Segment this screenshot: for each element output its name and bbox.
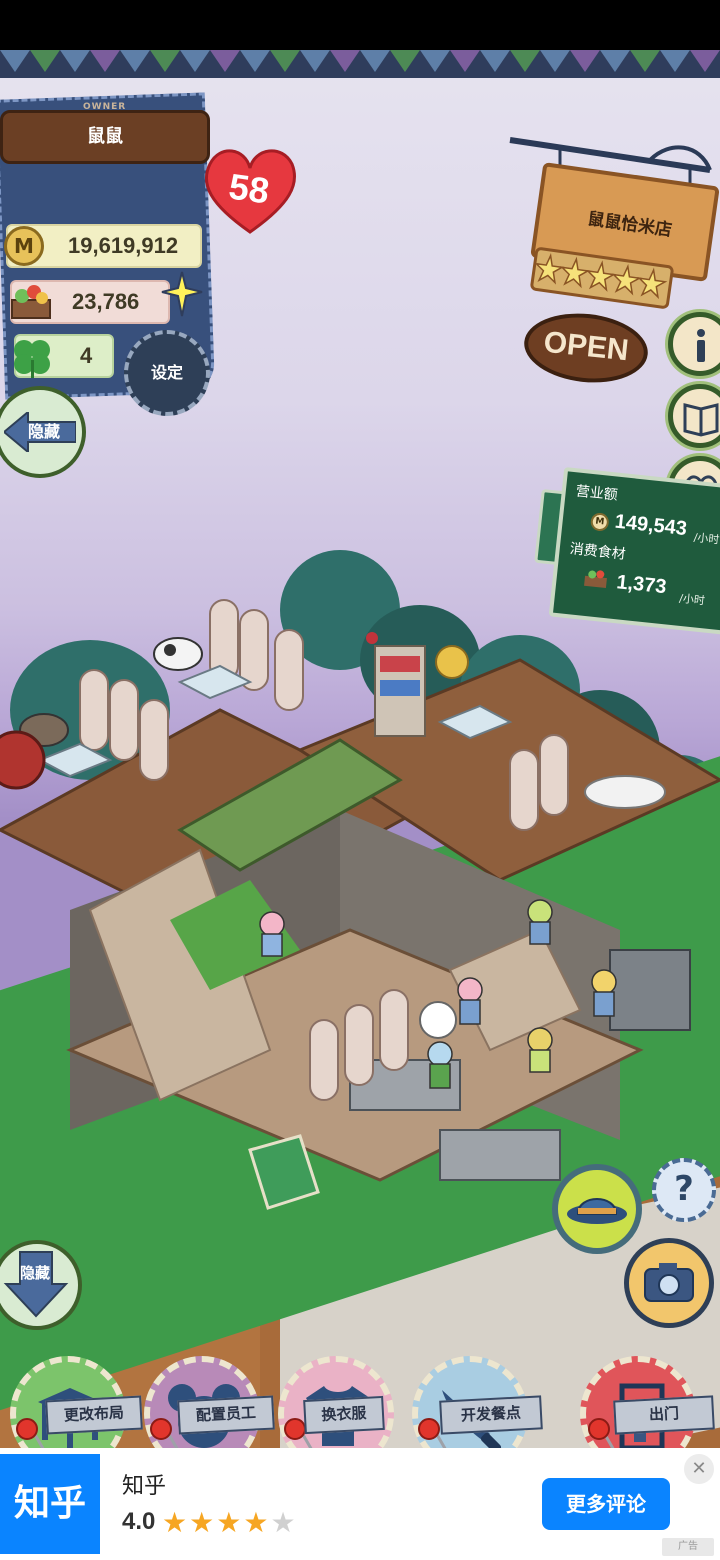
star-icon: ★: [243, 1506, 271, 1539]
money-value: 19,619,912: [68, 233, 179, 258]
ingredients-basket-icon: [11, 285, 51, 319]
star-icon: ★: [189, 1506, 217, 1539]
book-icon: [683, 403, 719, 437]
ad-tag: 广告: [662, 1538, 714, 1556]
go-out-label: 出门: [613, 1395, 715, 1435]
revenue-value: 149,543: [613, 510, 688, 541]
arrow-down-icon: [3, 1251, 69, 1318]
coin-icon: M: [4, 226, 44, 266]
ad-rating-value: 4.0: [122, 1508, 156, 1535]
clover-icon: [14, 340, 50, 378]
assign-staff-label: 配置员工: [177, 1395, 275, 1435]
hide-panel-label: 隐藏: [27, 422, 60, 441]
camera-button[interactable]: [624, 1238, 714, 1328]
help-button[interactable]: ?: [652, 1158, 716, 1222]
ad-rating-stars: ★★★★★: [162, 1506, 298, 1539]
clover-value: 4: [80, 343, 93, 368]
star-icon: ★: [162, 1506, 190, 1539]
star-icon: ★: [270, 1506, 298, 1539]
owner-tag: OWNER: [83, 102, 127, 112]
food-consumed-title: 消费食材: [568, 541, 627, 563]
ad-banner[interactable]: 知乎 知乎 4.0 ★★★★★ 更多评论 ✕ 广告: [0, 1448, 720, 1560]
star-icon: ★: [216, 1506, 244, 1539]
info-icon: [697, 329, 705, 362]
owner-name: 鼠鼠: [87, 126, 123, 147]
hat-icon: [567, 1198, 627, 1224]
owner-nameplate: OWNER 鼠鼠: [0, 102, 210, 164]
camera-icon: [644, 1263, 694, 1302]
close-ad-button[interactable]: ✕: [684, 1454, 714, 1484]
ingredients-basket-icon: [584, 570, 607, 589]
chef-hat-button[interactable]: [552, 1164, 642, 1254]
food-consumed-unit: /小时: [678, 591, 706, 608]
pin-icon: [418, 1418, 440, 1440]
food-consumed-value: 1,373: [615, 571, 668, 599]
revenue-title: 营业额: [575, 483, 619, 504]
food-value: 23,786: [72, 289, 140, 314]
pin-icon: [16, 1418, 38, 1440]
settings-label: 设定: [150, 363, 183, 382]
ad-app-name: 知乎: [122, 1474, 167, 1499]
pin-icon: [284, 1418, 306, 1440]
pin-icon: [150, 1418, 172, 1440]
zhihu-logo[interactable]: 知乎: [0, 1454, 100, 1554]
edit-layout-label: 更改布局: [45, 1395, 143, 1435]
change-clothes-label: 换衣服: [303, 1395, 385, 1435]
more-reviews-button[interactable]: 更多评论: [542, 1478, 670, 1530]
hide-menu-label: 隐藏: [20, 1264, 51, 1282]
coin-icon: M: [589, 512, 610, 532]
sparkle-icon: [161, 271, 203, 317]
revenue-panel: 营业额 M 149,543 /小时 消费食材 1,373 /小时: [548, 467, 720, 635]
hide-menu-button[interactable]: 隐藏: [0, 1240, 82, 1330]
revenue-unit: /小时: [693, 530, 720, 547]
settings-button[interactable]: 设定: [124, 330, 210, 416]
status-bar: [0, 0, 720, 50]
game-view[interactable]: OWNER 鼠鼠 58 19,619,912 M 23,786 4 设定 隐藏 …: [0, 50, 720, 1448]
pin-icon: [588, 1418, 610, 1440]
develop-dishes-label: 开发餐点: [439, 1395, 543, 1435]
